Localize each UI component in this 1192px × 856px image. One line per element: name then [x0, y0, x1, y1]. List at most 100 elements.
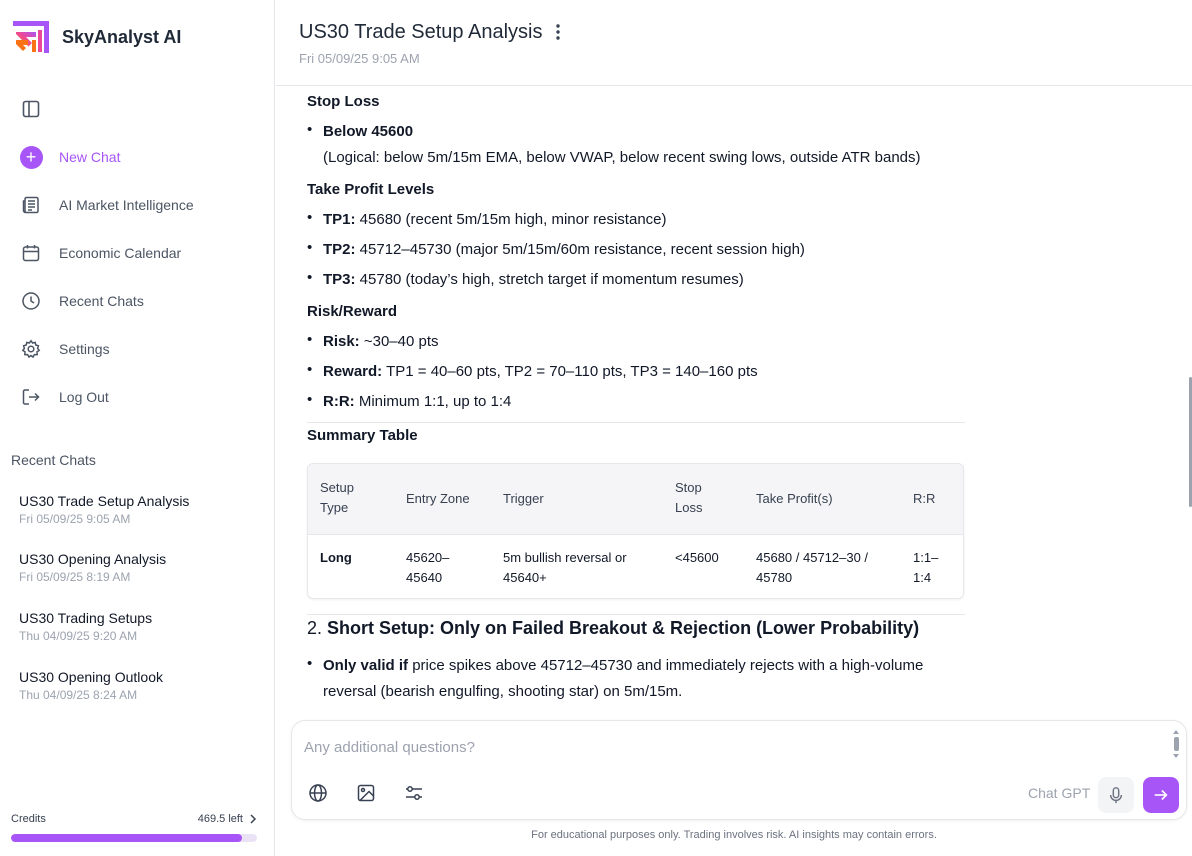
list-item: • TP3: 45780 (today’s high, stretch targ… — [307, 267, 965, 293]
web-search-button[interactable] — [306, 781, 330, 805]
table-cell: Long — [320, 550, 352, 565]
summary-table-heading: Summary Table — [307, 427, 418, 444]
bullet-bold: Risk: — [323, 333, 360, 350]
gear-icon — [19, 337, 43, 361]
attach-image-button[interactable] — [354, 781, 378, 805]
sidebar-item-label: New Chat — [59, 149, 121, 165]
chat-date: Fri 05/09/25 9:05 AM — [299, 51, 420, 66]
heading-text: Short Setup: Only on Failed Breakout & R… — [327, 618, 920, 638]
bullet-text: price spikes above 45712–45730 and immed… — [408, 657, 924, 674]
image-icon — [357, 784, 375, 802]
table-header-cell: Stop Loss — [675, 480, 703, 515]
sidebar-item-label: AI Market Intelligence — [59, 197, 194, 213]
brand-name: SkyAnalyst AI — [62, 26, 182, 47]
bullet-icon: • — [307, 391, 313, 408]
recent-chat-item[interactable]: US30 Opening Analysis Fri 05/09/25 8:19 … — [19, 551, 259, 584]
sidebar-item-new-chat[interactable]: + New Chat — [19, 143, 259, 171]
list-item: • Reward: TP1 = 40–60 pts, TP2 = 70–110 … — [307, 359, 965, 385]
bullet-icon: • — [307, 209, 313, 226]
table-header-cell: Trigger — [503, 491, 544, 506]
table-cell: 45680 / 45712–30 / 45780 — [756, 550, 869, 585]
table-header-cell: Take Profit(s) — [756, 491, 833, 506]
recent-chat-date: Thu 04/09/25 8:24 AM — [19, 688, 138, 702]
bullet-text: TP1 = 40–60 pts, TP2 = 70–110 pts, TP3 =… — [382, 363, 758, 380]
bullet-text: ~30–40 pts — [359, 333, 439, 350]
credits-left: 469.5 left — [197, 813, 243, 825]
bullet-text: 45680 (recent 5m/15m high, minor resista… — [355, 211, 667, 228]
input-scrollbar[interactable] — [1172, 729, 1180, 763]
bullet-bold: R:R: — [323, 393, 355, 410]
recent-chat-date: Fri 05/09/25 8:19 AM — [19, 570, 131, 584]
bullet-bold: Reward: — [323, 363, 383, 380]
table-cell: <45600 — [675, 550, 719, 565]
credits-progress-bar — [11, 834, 257, 842]
chat-content[interactable]: Stop Loss • Below 45600 (Logical: below … — [276, 87, 1192, 712]
list-item: • Risk: ~30–40 pts — [307, 329, 965, 355]
kebab-menu-icon — [556, 24, 560, 40]
sliders-icon — [406, 786, 422, 800]
message-composer: Chat GPT — [291, 720, 1187, 820]
list-item: • TP1: 45680 (recent 5m/15m high, minor … — [307, 207, 965, 233]
list-item: • R:R: Minimum 1:1, up to 1:4 — [307, 389, 965, 415]
bullet-continuation: reversal (bearish engulfing, shooting st… — [323, 683, 683, 700]
microphone-icon — [1109, 787, 1123, 804]
send-button[interactable] — [1143, 777, 1179, 813]
table-header-cell: Entry Zone — [406, 491, 470, 506]
stop-loss-heading: Stop Loss — [307, 93, 380, 110]
summary-table: Setup Type Entry Zone Trigger Stop Loss … — [307, 463, 964, 599]
sidebar-panel-icon — [22, 100, 40, 118]
divider — [307, 422, 965, 423]
sidebar-item-log-out[interactable]: Log Out — [19, 383, 259, 411]
sidebar-item-label: Recent Chats — [59, 293, 144, 309]
brand[interactable]: SkyAnalyst AI — [12, 18, 181, 56]
bullet-icon: • — [307, 361, 313, 378]
recent-chat-title: US30 Trading Setups — [19, 610, 153, 626]
clock-icon — [19, 289, 43, 313]
stop-loss-note: (Logical: below 5m/15m EMA, below VWAP, … — [323, 149, 921, 166]
bullet-icon: • — [307, 655, 313, 672]
credits-panel[interactable]: Credits 469.5 left — [11, 813, 257, 842]
voice-input-button[interactable] — [1098, 777, 1134, 813]
bullet-text: Minimum 1:1, up to 1:4 — [354, 393, 512, 410]
disclaimer-text: For educational purposes only. Trading i… — [531, 829, 937, 841]
bullet-bold: TP3: — [323, 271, 356, 288]
bullet-icon: • — [307, 269, 313, 286]
chat-header: US30 Trade Setup Analysis Fri 05/09/25 9… — [276, 0, 1192, 86]
sidebar-item-settings[interactable]: Settings — [19, 335, 259, 363]
recent-chat-item[interactable]: US30 Opening Outlook Thu 04/09/25 8:24 A… — [19, 669, 259, 702]
sidebar-item-ai-market-intelligence[interactable]: AI Market Intelligence — [19, 191, 259, 219]
bullet-text: 45780 (today’s high, stretch target if m… — [355, 271, 744, 288]
recent-chat-title: US30 Opening Analysis — [19, 551, 167, 567]
scroll-down-icon — [1173, 754, 1179, 758]
heading-number: 2. — [307, 618, 328, 638]
main-panel: US30 Trade Setup Analysis Fri 05/09/25 9… — [276, 0, 1192, 856]
recent-chats-heading: Recent Chats — [11, 452, 96, 468]
input-scroll-thumb — [1173, 737, 1179, 751]
more-options-button[interactable] — [550, 22, 566, 42]
bullet-icon: • — [307, 121, 313, 138]
bullet-bold: Only valid if — [323, 657, 409, 674]
table-cell: 5m bullish reversal or 45640+ — [503, 550, 627, 585]
arrow-right-icon — [1154, 789, 1168, 801]
skyanalyst-logo-icon — [13, 21, 49, 53]
credits-progress-fill — [11, 834, 243, 842]
recent-chat-date: Thu 04/09/25 9:20 AM — [19, 629, 138, 643]
bullet-bold: Below 45600 — [323, 123, 414, 140]
list-item: • Only valid if price spikes above 45712… — [307, 653, 965, 679]
sidebar-item-label: Economic Calendar — [59, 245, 182, 261]
take-profit-heading: Take Profit Levels — [307, 181, 435, 198]
risk-reward-heading: Risk/Reward — [307, 303, 398, 320]
model-selector[interactable]: Chat GPT — [1028, 785, 1090, 801]
calendar-icon — [19, 241, 43, 265]
sidebar-item-recent-chats[interactable]: Recent Chats — [19, 287, 259, 315]
sidebar-item-economic-calendar[interactable]: Economic Calendar — [19, 239, 259, 267]
message-input[interactable] — [304, 735, 1164, 759]
recent-chat-item[interactable]: US30 Trading Setups Thu 04/09/25 9:20 AM — [19, 610, 259, 643]
sidebar: SkyAnalyst AI + New Chat AI Market Intel… — [0, 0, 275, 856]
plus-circle-icon: + — [19, 145, 43, 169]
page-title: US30 Trade Setup Analysis — [299, 21, 543, 43]
recent-chat-item[interactable]: US30 Trade Setup Analysis Fri 05/09/25 9… — [19, 493, 259, 526]
sidebar-toggle-button[interactable] — [19, 97, 43, 121]
settings-sliders-button[interactable] — [402, 781, 426, 805]
globe-icon — [309, 784, 327, 802]
